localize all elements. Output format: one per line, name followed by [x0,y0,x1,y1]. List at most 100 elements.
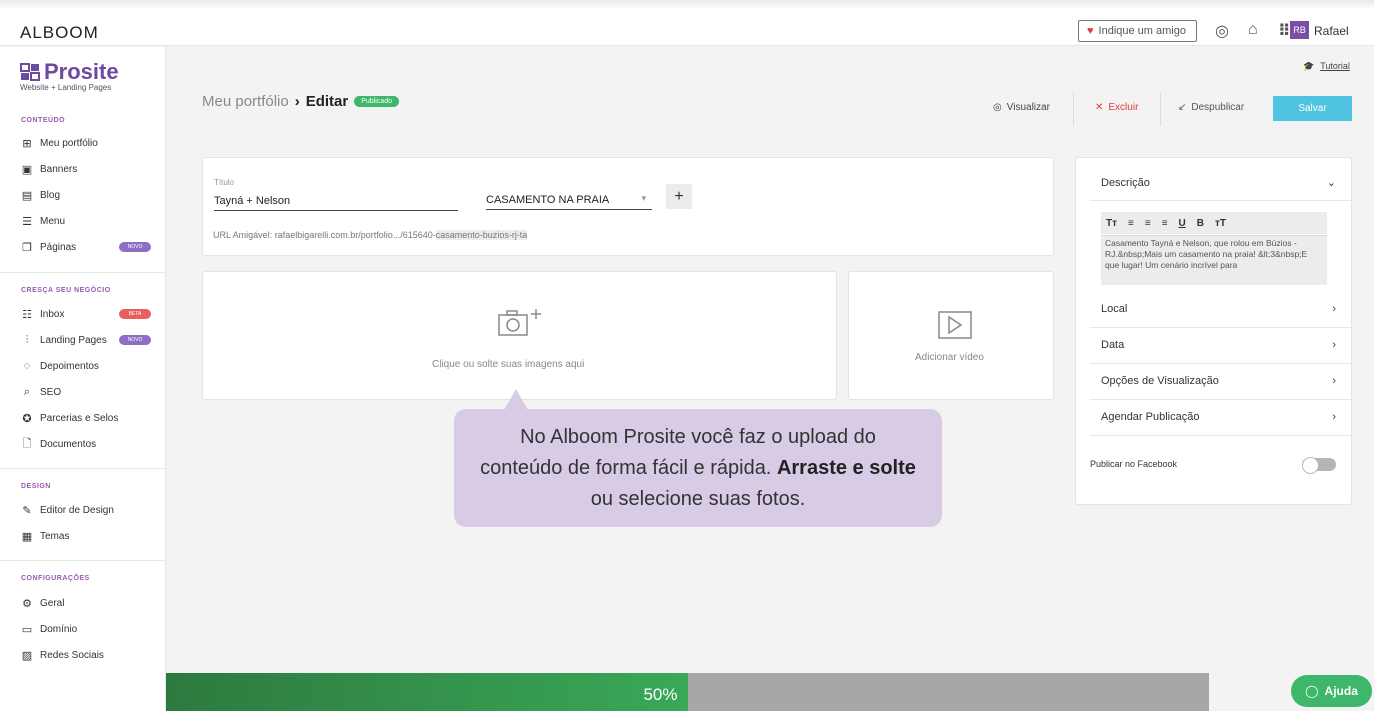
underline-icon[interactable]: U [1179,218,1186,229]
align-center-icon[interactable]: ≡ [1145,218,1151,229]
avatar[interactable]: RB [1290,21,1309,39]
help-button[interactable]: ◯ Ajuda [1291,675,1372,707]
data-row[interactable]: Data › [1101,339,1336,351]
help-label: Ajuda [1324,684,1358,698]
indique-amigo-button[interactable]: ♥ Indique um amigo [1078,20,1197,42]
excluir-button[interactable]: ✕ Excluir [1095,102,1138,113]
breadcrumb-parent[interactable]: Meu portfólio [202,93,289,110]
home-icon[interactable]: ⌂ [1248,21,1258,39]
seo-icon: ⌕ [23,385,31,398]
sidebar-item-blog[interactable]: ▤ Blog [21,186,151,204]
arrow-down-left-icon: ↙ [1178,102,1187,113]
chevron-right-icon: › [1332,303,1336,315]
sidebar-item-label: Geral [40,597,65,609]
title-label: Título [214,178,235,187]
tooltip-text: No Alboom Prosite você faz o upload do c… [480,422,916,515]
facebook-label: Publicar no Facebook [1090,459,1178,469]
image-icon: ▣ [21,163,33,176]
sidebar-item-redes-sociais[interactable]: ▨ Redes Sociais [21,646,151,664]
eye-icon[interactable]: ◎ [1215,21,1229,41]
video-icon [938,311,972,339]
align-right-icon[interactable]: ≡ [1162,218,1168,229]
facebook-toggle[interactable] [1302,457,1336,474]
alboom-logo[interactable]: ALBOOM [20,23,99,43]
sidebar-item-temas[interactable]: ▦ Temas [21,527,151,545]
action-divider [1073,92,1074,126]
sidebar-item-label: SEO [40,386,62,398]
sidebar-item-meu-portfolio[interactable]: ⊞ Meu portfólio [21,134,151,152]
panel-divider [1090,200,1352,201]
agendar-publicacao-row[interactable]: Agendar Publicação › [1101,411,1336,423]
sidebar-item-parcerias[interactable]: ✪ Parcerias e Selos [21,409,151,427]
chat-icon: ◌ [23,360,31,372]
visualizar-button[interactable]: ◎ Visualizar [993,102,1050,113]
prosite-logo[interactable]: Prosite [20,59,119,85]
sidebar-item-banners[interactable]: ▣ Banners [21,160,151,178]
sidebar-item-label: Páginas [40,241,77,253]
prosite-logo-text: Prosite [44,59,119,84]
sidebar-item-label: Meu portfólio [40,137,98,149]
sidebar-item-depoimentos[interactable]: ◌ Depoimentos [21,357,151,375]
sidebar-item-documentos[interactable]: 🗋 Documentos [21,435,151,453]
apps-grid-icon[interactable]: ⠿ [1278,21,1291,41]
user-name[interactable]: Rafael [1314,24,1349,38]
excluir-label: Excluir [1108,102,1139,113]
sidebar-item-label: Blog [40,189,61,201]
url-prefix: URL Amigável: rafaelbigarelli.com.br/por… [213,230,436,240]
text-height-icon[interactable]: тT [1215,218,1226,229]
panel-divider [1090,363,1352,364]
add-category-button[interactable]: + [666,184,692,209]
brush-icon: ✎ [22,504,32,517]
save-button[interactable]: Salvar [1273,96,1352,121]
grid-icon: ⊞ [22,137,32,150]
despublicar-button[interactable]: ↙ Despublicar [1178,102,1244,113]
sidebar-item-label: Inbox [40,308,65,320]
chevron-right-icon: › [1332,411,1336,423]
sidebar-item-label: Landing Pages [40,334,107,346]
sidebar-item-label: Documentos [40,438,97,450]
align-left-icon[interactable]: ≡ [1128,218,1134,229]
local-row[interactable]: Local › [1101,303,1336,315]
category-select[interactable]: CASAMENTO NA PRAIA ▾ [486,193,652,210]
tutorial-link[interactable]: 🎓 Tutorial [1303,61,1350,72]
sidebar-item-editor-design[interactable]: ✎ Editor de Design [21,501,151,519]
description-editor[interactable]: Casamento Tayná e Nelson, que rolou em B… [1101,235,1327,285]
progress-label: 50% [643,685,678,704]
text-size-icon[interactable]: Tт [1106,218,1117,229]
data-label: Data [1101,339,1125,351]
image-dropzone[interactable]: Clique ou solte suas imagens aqui [202,271,837,400]
onboarding-progress: 50% [166,673,1209,711]
indique-label: Indique um amigo [1098,25,1186,37]
menu-icon: ☰ [22,215,32,228]
domain-icon: ▭ [21,623,33,636]
sidebar-item-paginas[interactable]: ❐ Páginas NOVO [21,238,151,256]
opcoes-visualizacao-row[interactable]: Opções de Visualização › [1101,375,1336,387]
video-dropzone[interactable]: Adicionar vídeo [848,271,1054,400]
sidebar-item-landing-pages[interactable]: ⫶ Landing Pages NOVO [21,331,151,349]
blog-icon: ▤ [21,189,33,202]
top-bar: ALBOOM ♥ Indique um amigo ◎ ⌂ ⠿ RB Rafae… [0,0,1374,46]
sidebar-item-dominio[interactable]: ▭ Domínio [21,620,151,638]
novo-badge: NOVO [119,335,151,345]
descricao-header[interactable]: Descrição ⌄ [1101,176,1336,190]
novo-badge: NOVO [119,242,151,252]
sidebar-item-inbox[interactable]: ☷ Inbox BETA [21,305,151,323]
section-cresca: CRESÇA SEU NEGÓCIO [21,287,111,294]
sidebar-divider [0,272,166,273]
section-configuracoes: CONFIGURAÇÕES [21,575,90,582]
theme-icon: ▦ [21,530,33,543]
tooltip-bold: Arraste e solte [776,456,916,479]
sidebar-item-label: Editor de Design [40,504,114,516]
sidebar-item-seo[interactable]: ⌕ SEO [21,383,151,401]
panel-divider [1090,399,1352,400]
section-conteudo: CONTEÚDO [21,117,66,124]
url-slug[interactable]: casamento-buzios-rj-ta [435,230,528,240]
onboarding-tooltip: No Alboom Prosite você faz o upload do c… [454,409,942,527]
sidebar-item-label: Banners [40,163,78,175]
panel-divider [1090,435,1352,436]
sidebar-item-geral[interactable]: ⚙ Geral [21,594,151,612]
bold-icon[interactable]: B [1197,218,1204,229]
title-input[interactable]: Tayná + Nelson [214,195,458,211]
sidebar-item-menu[interactable]: ☰ Menu [21,212,151,230]
friendly-url: URL Amigável: rafaelbigarelli.com.br/por… [213,230,528,240]
